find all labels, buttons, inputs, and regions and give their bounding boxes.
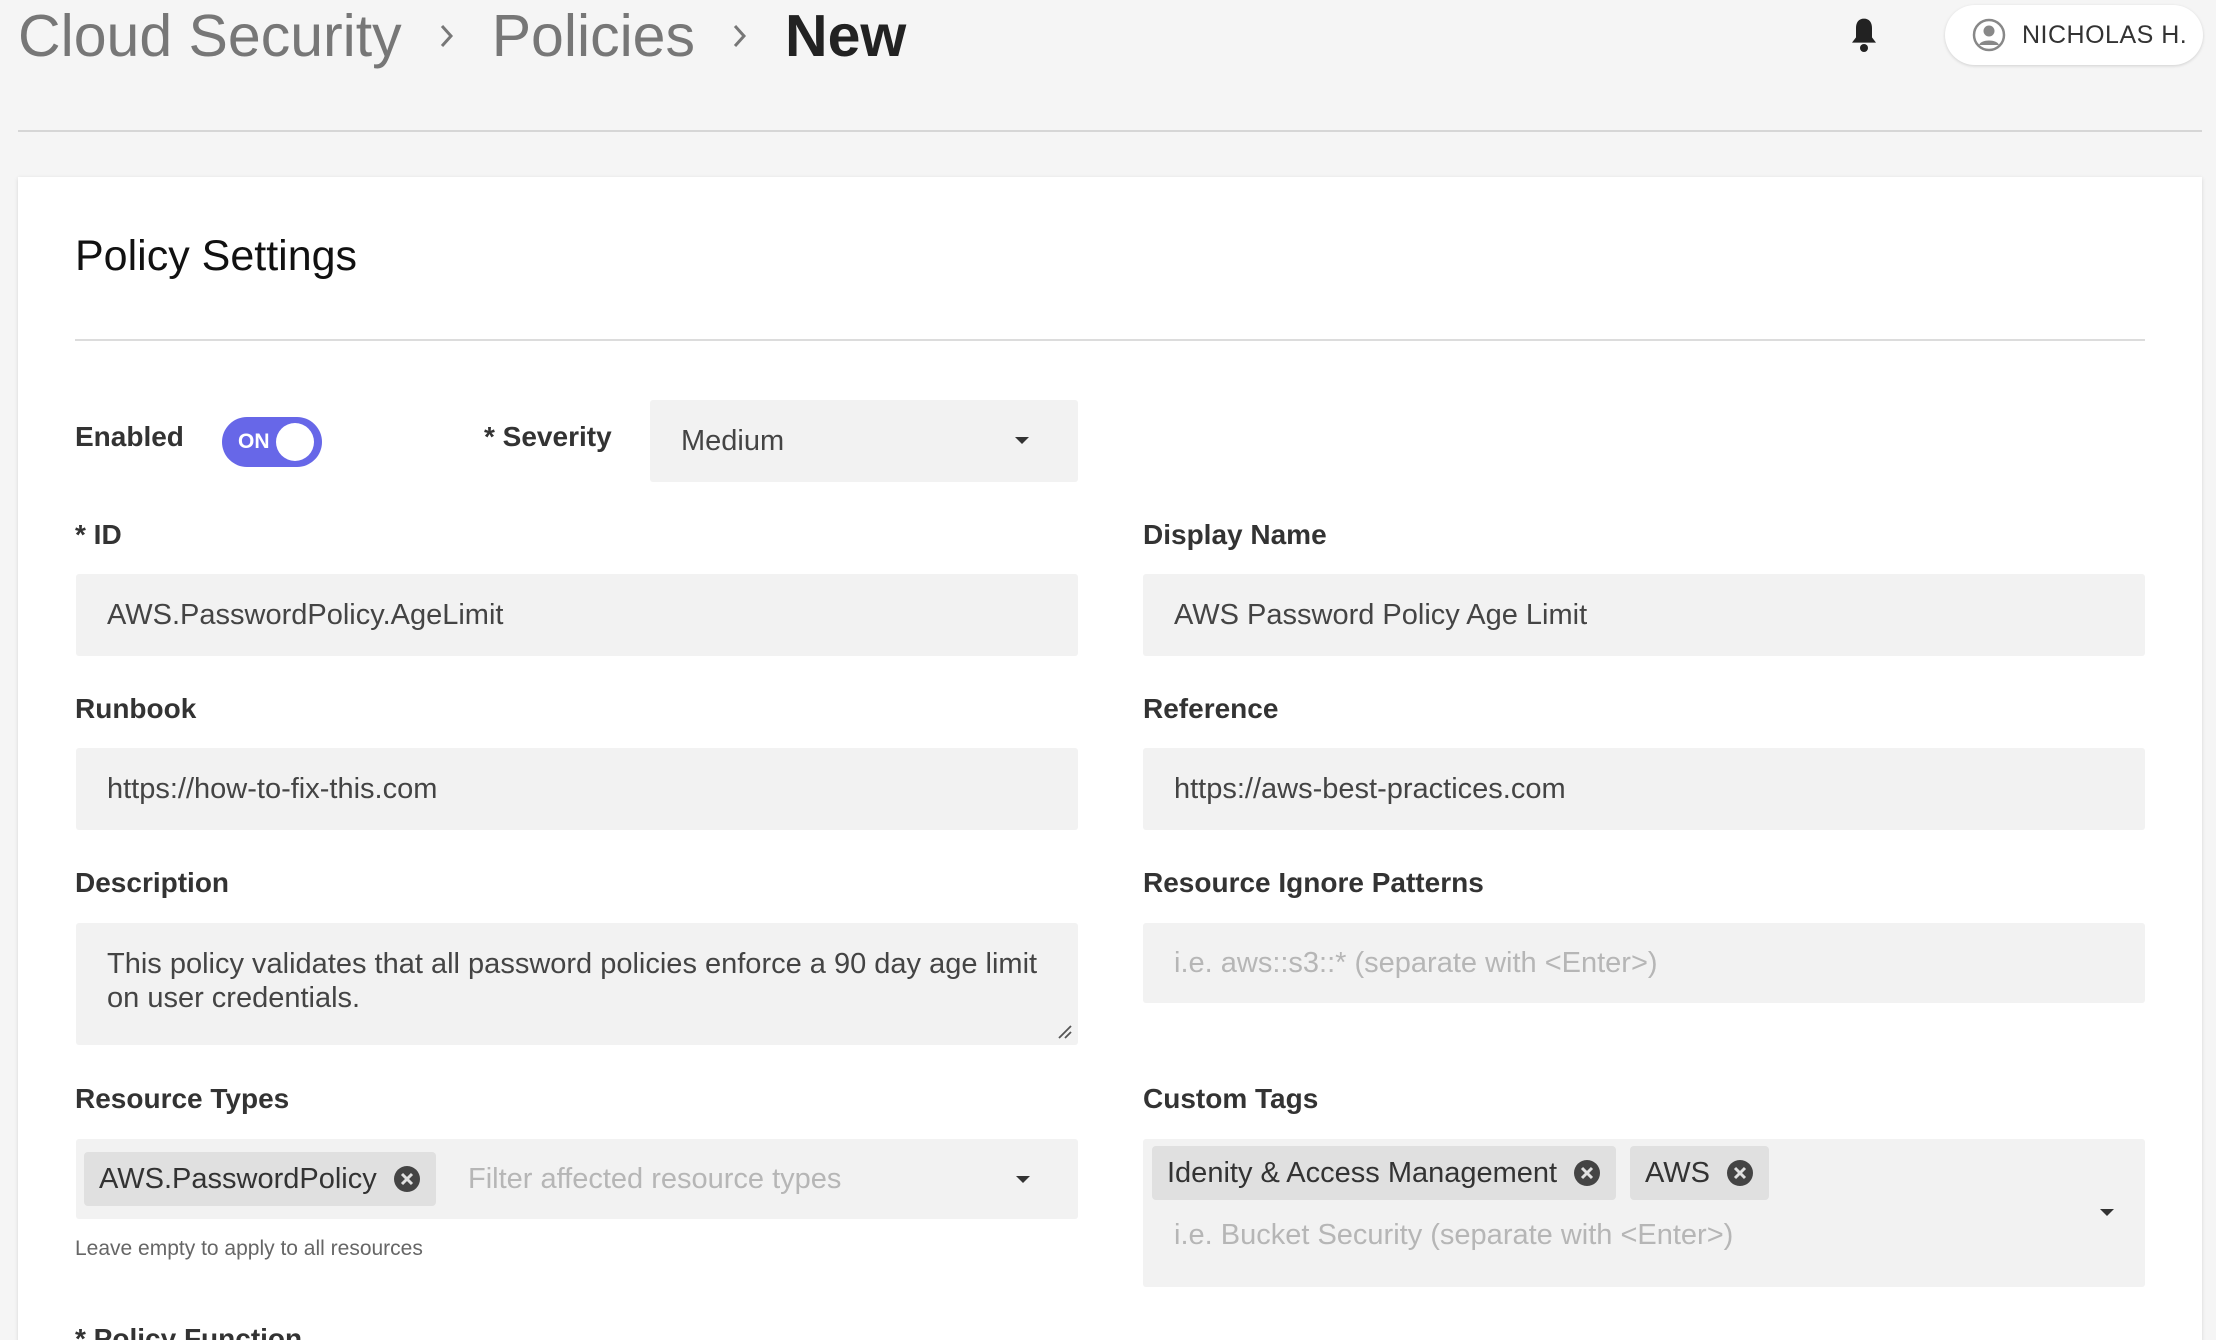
resource-type-chip: AWS.PasswordPolicy (84, 1152, 436, 1206)
id-label: * ID (75, 519, 122, 550)
resource-types-placeholder: Filter affected resource types (468, 1163, 842, 1195)
severity-select[interactable]: Medium (650, 400, 1078, 482)
policy-function-label: * Policy Function (75, 1323, 303, 1340)
custom-tag-chip: AWS (1630, 1146, 1769, 1200)
enabled-label: Enabled (75, 421, 184, 452)
user-avatar-icon (1972, 18, 2006, 52)
policy-settings-card: Policy Settings Enabled ON * Severity Me… (18, 177, 2202, 1340)
app-header: Cloud Security Policies New NICHOLAS H. (0, 0, 2216, 132)
display-name-input[interactable]: AWS Password Policy Age Limit (1143, 574, 2145, 656)
dropdown-caret-icon (1015, 437, 1029, 444)
reference-value: https://aws-best-practices.com (1174, 772, 1566, 805)
chip-label: Idenity & Access Management (1167, 1156, 1558, 1189)
id-value: AWS.PasswordPolicy.AgeLimit (107, 598, 504, 631)
chip-remove-icon[interactable] (1573, 1159, 1601, 1187)
custom-tags-label: Custom Tags (1143, 1083, 1319, 1114)
chevron-right-icon (695, 0, 785, 72)
chevron-right-icon (402, 0, 492, 72)
custom-tag-chip: Idenity & Access Management (1152, 1146, 1617, 1200)
chip-label: AWS (1645, 1156, 1710, 1189)
card-divider (75, 339, 2145, 341)
description-label: Description (75, 867, 230, 898)
breadcrumb-current: New (785, 3, 907, 69)
header-divider (18, 130, 2202, 132)
runbook-label: Runbook (75, 693, 197, 724)
ignore-patterns-label: Resource Ignore Patterns (1143, 867, 1484, 898)
user-menu-button[interactable]: NICHOLAS H. (1945, 5, 2203, 65)
description-value: This policy validates that all password … (107, 948, 1038, 1014)
user-name: NICHOLAS H. (2022, 20, 2188, 49)
description-textarea[interactable]: This policy validates that all password … (76, 923, 1078, 1045)
resource-types-helper: Leave empty to apply to all resources (75, 1237, 423, 1260)
display-name-value: AWS Password Policy Age Limit (1174, 598, 1588, 631)
resource-types-label: Resource Types (75, 1083, 290, 1114)
breadcrumb: Cloud Security Policies New (18, 0, 906, 72)
severity-value: Medium (681, 424, 785, 457)
breadcrumb-cloud-security[interactable]: Cloud Security (18, 0, 402, 72)
breadcrumb-policies[interactable]: Policies (492, 0, 695, 72)
runbook-value: https://how-to-fix-this.com (107, 772, 438, 805)
toggle-state-text: ON (238, 430, 270, 453)
severity-label: * Severity (484, 421, 612, 452)
ignore-patterns-placeholder: i.e. aws::s3::* (separate with <Enter>) (1174, 946, 1658, 979)
enabled-toggle[interactable]: ON (222, 417, 322, 467)
chip-label: AWS.PasswordPolicy (99, 1162, 377, 1195)
custom-tags-select[interactable]: Idenity & Access Management AWS i.e. Buc… (1143, 1139, 2145, 1287)
resize-handle-icon[interactable] (1056, 1023, 1072, 1039)
custom-tags-placeholder: i.e. Bucket Security (separate with <Ent… (1174, 1219, 1734, 1251)
reference-label: Reference (1143, 693, 1279, 724)
resource-types-select[interactable]: AWS.PasswordPolicy Filter affected resou… (76, 1139, 1078, 1219)
ignore-patterns-input[interactable]: i.e. aws::s3::* (separate with <Enter>) (1143, 923, 2145, 1003)
dropdown-caret-icon (2100, 1209, 2114, 1216)
reference-input[interactable]: https://aws-best-practices.com (1143, 748, 2145, 830)
notification-bell-icon[interactable] (1848, 16, 1880, 56)
chip-remove-icon[interactable] (393, 1165, 421, 1193)
id-input[interactable]: AWS.PasswordPolicy.AgeLimit (76, 574, 1078, 656)
chip-remove-icon[interactable] (1726, 1159, 1754, 1187)
dropdown-caret-icon (1016, 1176, 1030, 1183)
card-title: Policy Settings (75, 232, 358, 280)
display-name-label: Display Name (1143, 519, 1327, 550)
runbook-input[interactable]: https://how-to-fix-this.com (76, 748, 1078, 830)
toggle-knob (276, 423, 314, 461)
